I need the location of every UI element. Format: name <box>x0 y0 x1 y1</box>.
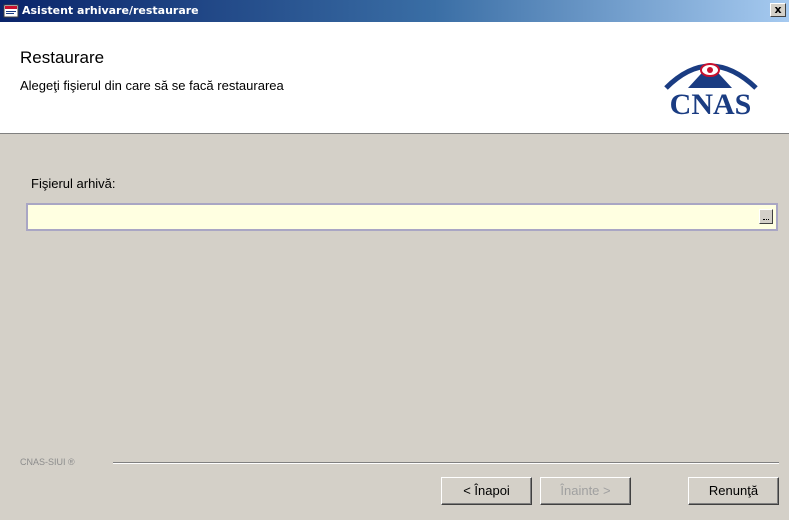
ellipsis-icon <box>763 218 769 220</box>
window-title: Asistent arhivare/restaurare <box>22 4 199 17</box>
browse-button[interactable] <box>759 209 773 224</box>
archive-file-input[interactable] <box>28 205 756 229</box>
page-title: Restaurare <box>20 48 105 67</box>
archive-file-field[interactable] <box>26 203 778 231</box>
back-button[interactable]: < Înapoi <box>441 477 532 505</box>
next-button[interactable]: Înainte > <box>540 477 631 505</box>
title-bar[interactable]: Asistent arhivare/restaurare x <box>0 0 789 22</box>
logo-text: CNAS <box>669 88 752 121</box>
archive-file-label: Fişierul arhivă: <box>31 176 116 191</box>
close-icon: x <box>774 3 782 16</box>
app-icon <box>3 4 19 18</box>
footer-separator <box>113 462 779 464</box>
page-subtitle: Alegeţi fişierul din care să se facă res… <box>20 78 284 93</box>
cancel-button[interactable]: Renunţă <box>688 477 779 505</box>
logo-emblem-icon <box>664 63 758 90</box>
wizard-header: Restaurare Alegeţi fişierul din care să … <box>0 22 789 134</box>
brand-label: CNAS-SIUI ® <box>20 457 75 467</box>
close-button[interactable]: x <box>770 3 786 17</box>
cnas-logo: CNAS <box>648 50 773 120</box>
wizard-window: Asistent arhivare/restaurare x Restaurar… <box>0 0 789 520</box>
